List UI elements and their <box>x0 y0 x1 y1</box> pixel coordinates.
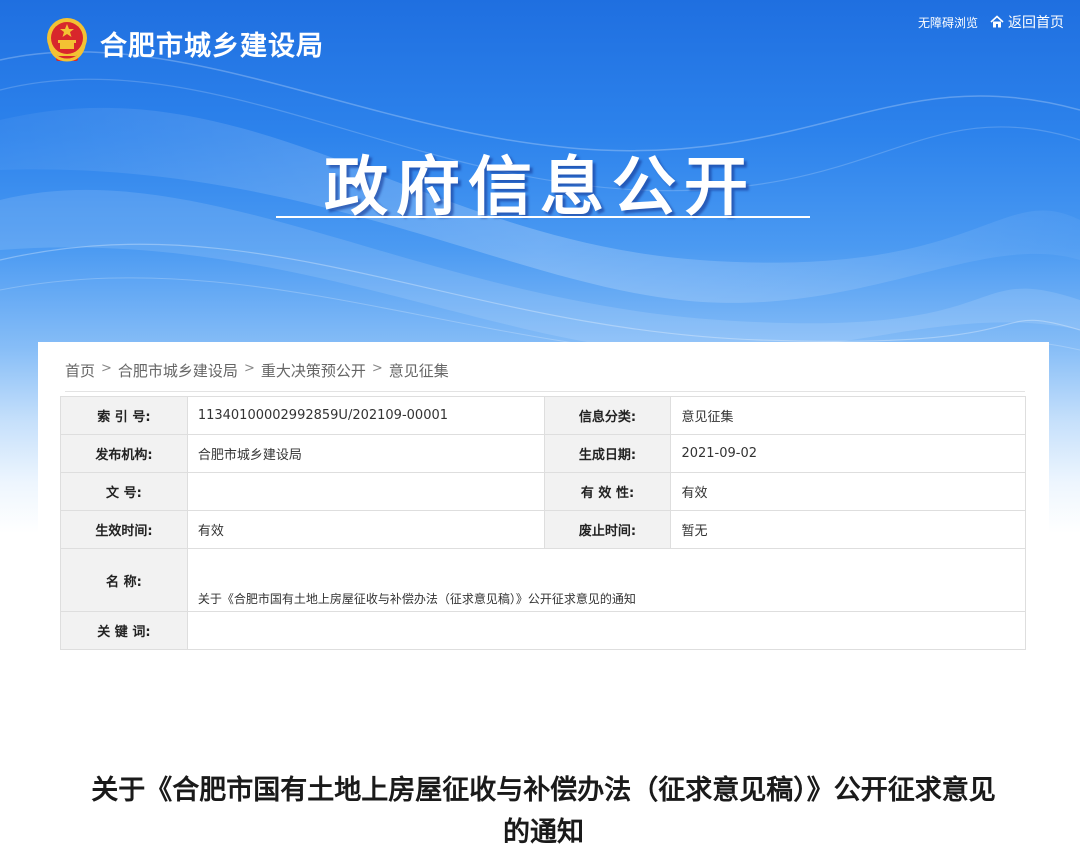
breadcrumb-home[interactable]: 首页 <box>65 360 95 381</box>
effective-value: 有效 <box>186 510 545 549</box>
table-row: 发布机构: 合肥市城乡建设局 生成日期: 2021-09-02 <box>60 434 1026 473</box>
top-bar: 合肥市城乡建设局 无障碍浏览 返回首页 <box>0 0 1080 80</box>
document-title: 关于《合肥市国有土地上房屋征收与补偿办法（征求意见稿）》公开征求意见的通知 <box>91 775 996 848</box>
hero-underline <box>276 216 810 218</box>
date-value: 2021-09-02 <box>670 434 1026 473</box>
top-links: 无障碍浏览 返回首页 <box>918 12 1064 32</box>
breadcrumb-separator: > <box>243 361 255 376</box>
repeal-label: 废止时间: <box>543 510 672 549</box>
keywords-label: 关 键 词: <box>60 611 188 650</box>
table-row: 索 引 号: 11340100002992859U/202109-00001 信… <box>60 396 1026 435</box>
date-label: 生成日期: <box>543 434 672 473</box>
name-value: 关于《合肥市国有土地上房屋征收与补偿办法（征求意见稿）》公开征求意见的通知 <box>186 548 1027 612</box>
accessibility-link[interactable]: 无障碍浏览 <box>918 14 978 31</box>
category-value: 意见征集 <box>670 396 1026 435</box>
breadcrumb: 首页 > 合肥市城乡建设局 > 重大决策预公开 > 意见征集 <box>65 360 1025 392</box>
publisher-label: 发布机构: <box>60 434 188 473</box>
category-label: 信息分类: <box>543 396 672 435</box>
table-row: 名 称: 关于《合肥市国有土地上房屋征收与补偿办法（征求意见稿）》公开征求意见的… <box>60 548 1027 612</box>
home-link[interactable]: 返回首页 <box>986 12 1064 32</box>
breadcrumb-bureau[interactable]: 合肥市城乡建设局 <box>118 360 238 381</box>
breadcrumb-separator: > <box>101 361 112 376</box>
document-metadata-table: 索 引 号: 11340100002992859U/202109-00001 信… <box>60 396 1027 650</box>
docno-label: 文 号: <box>60 472 188 511</box>
national-emblem-icon <box>47 18 87 62</box>
effective-label: 生效时间: <box>60 510 188 549</box>
repeal-value: 暂无 <box>670 510 1026 549</box>
validity-label: 有 效 性: <box>543 472 672 511</box>
index-value: 11340100002992859U/202109-00001 <box>186 396 545 435</box>
validity-value: 有效 <box>670 472 1026 511</box>
breadcrumb-decision[interactable]: 重大决策预公开 <box>261 360 366 381</box>
table-row: 生效时间: 有效 废止时间: 暂无 <box>60 510 1026 549</box>
name-label: 名 称: <box>60 548 188 612</box>
publisher-value: 合肥市城乡建设局 <box>186 434 545 473</box>
home-link-label: 返回首页 <box>1008 15 1064 31</box>
table-row: 文 号: 有 效 性: 有效 <box>60 472 1026 511</box>
table-row: 关 键 词: <box>60 611 1027 650</box>
breadcrumb-consultation[interactable]: 意见征集 <box>389 360 449 381</box>
home-icon <box>990 15 1004 28</box>
docno-value <box>186 472 545 511</box>
index-label: 索 引 号: <box>60 396 188 435</box>
keywords-value <box>186 611 1027 650</box>
site-title[interactable]: 合肥市城乡建设局 <box>100 24 324 63</box>
breadcrumb-separator: > <box>371 361 383 376</box>
hero-title: 政府信息公开 <box>324 151 756 225</box>
content-panel: 首页 > 合肥市城乡建设局 > 重大决策预公开 > 意见征集 索 引 号: 11… <box>38 342 1049 856</box>
